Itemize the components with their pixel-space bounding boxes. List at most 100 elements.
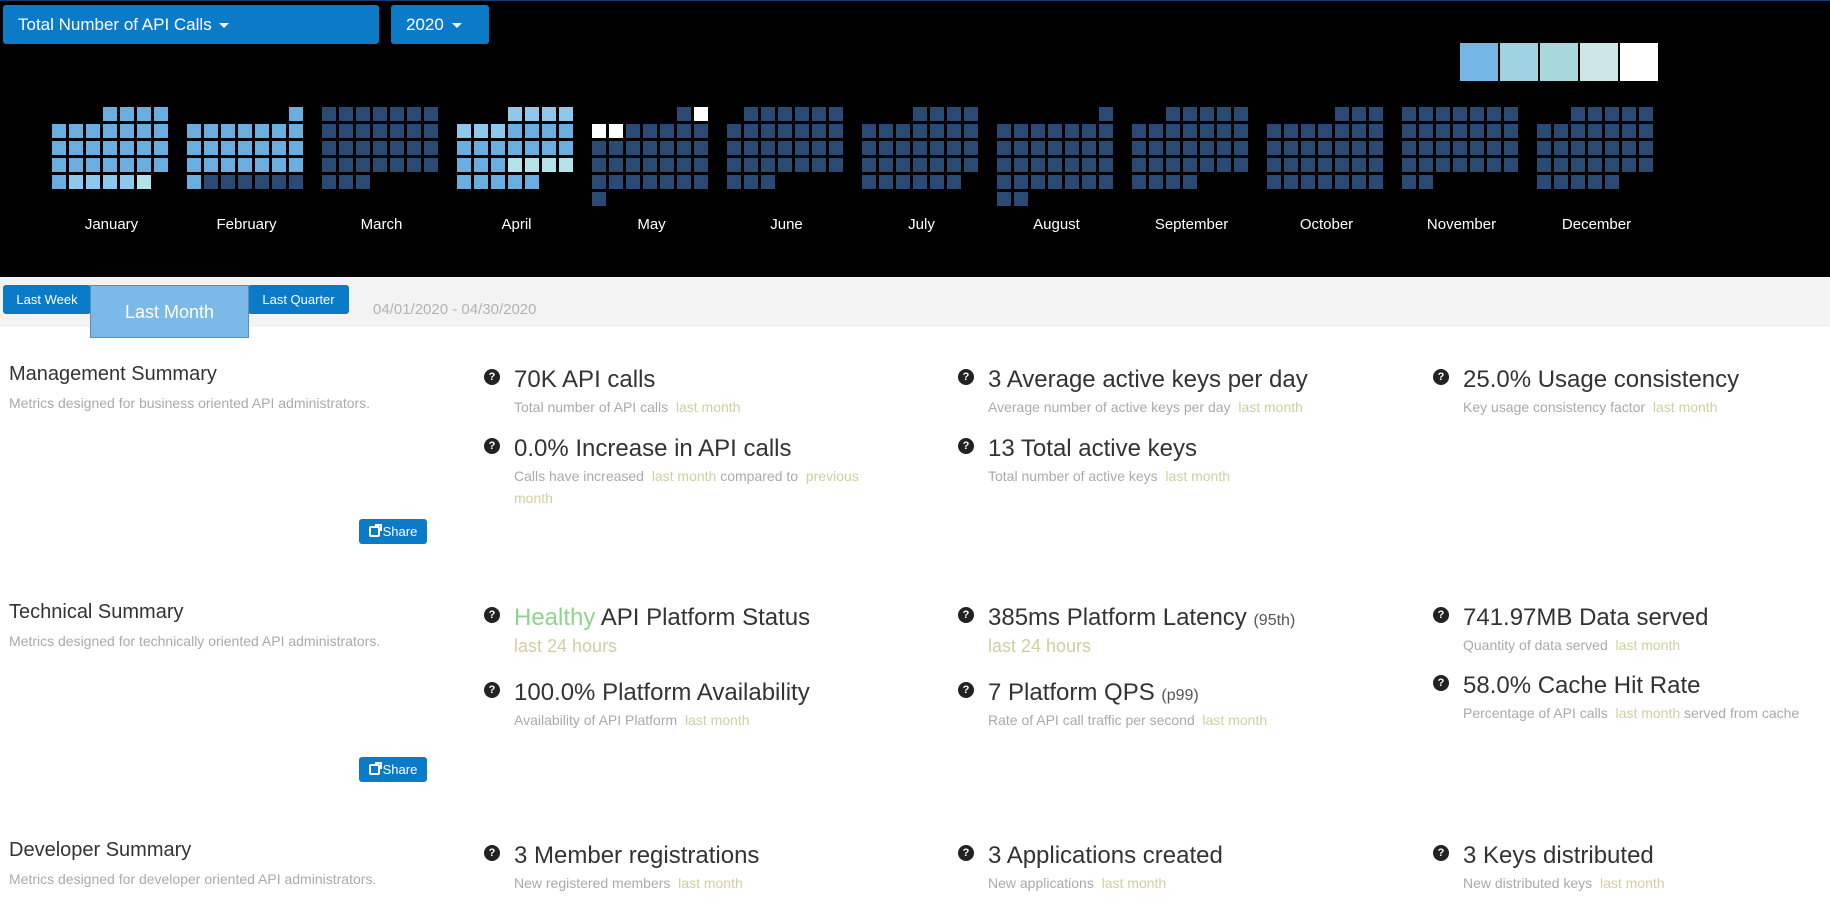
heatmap-day-cell[interactable] bbox=[1487, 141, 1501, 155]
heatmap-day-cell[interactable] bbox=[829, 158, 843, 172]
heatmap-day-cell[interactable] bbox=[862, 158, 876, 172]
heatmap-day-cell[interactable] bbox=[997, 175, 1011, 189]
heatmap-day-cell[interactable] bbox=[829, 141, 843, 155]
heatmap-day-cell[interactable] bbox=[1588, 175, 1602, 189]
heatmap-day-cell[interactable] bbox=[592, 158, 606, 172]
heatmap-day-cell[interactable] bbox=[221, 175, 235, 189]
heatmap-day-cell[interactable] bbox=[1554, 175, 1568, 189]
heatmap-day-cell[interactable] bbox=[1588, 124, 1602, 138]
heatmap-day-cell[interactable] bbox=[272, 124, 286, 138]
heatmap-day-cell[interactable] bbox=[1369, 141, 1383, 155]
heatmap-day-cell[interactable] bbox=[103, 141, 117, 155]
heatmap-day-cell[interactable] bbox=[1099, 107, 1113, 121]
heatmap-day-cell[interactable] bbox=[272, 175, 286, 189]
heatmap-day-cell[interactable] bbox=[778, 124, 792, 138]
heatmap-day-cell[interactable] bbox=[559, 158, 573, 172]
heatmap-day-cell[interactable] bbox=[1318, 124, 1332, 138]
heatmap-day-cell[interactable] bbox=[626, 175, 640, 189]
heatmap-day-cell[interactable] bbox=[525, 175, 539, 189]
heatmap-day-cell[interactable] bbox=[154, 124, 168, 138]
heatmap-day-cell[interactable] bbox=[137, 175, 151, 189]
heatmap-day-cell[interactable] bbox=[660, 141, 674, 155]
heatmap-day-cell[interactable] bbox=[1402, 175, 1416, 189]
heatmap-day-cell[interactable] bbox=[1301, 175, 1315, 189]
help-icon[interactable]: ? bbox=[1433, 675, 1449, 691]
heatmap-day-cell[interactable] bbox=[964, 107, 978, 121]
heatmap-day-cell[interactable] bbox=[508, 141, 522, 155]
heatmap-day-cell[interactable] bbox=[542, 141, 556, 155]
heatmap-day-cell[interactable] bbox=[1234, 158, 1248, 172]
heatmap-day-cell[interactable] bbox=[1571, 141, 1585, 155]
heatmap-day-cell[interactable] bbox=[69, 175, 83, 189]
heatmap-day-cell[interactable] bbox=[1200, 124, 1214, 138]
heatmap-day-cell[interactable] bbox=[1335, 141, 1349, 155]
heatmap-day-cell[interactable] bbox=[1419, 175, 1433, 189]
heatmap-day-cell[interactable] bbox=[322, 175, 336, 189]
heatmap-day-cell[interactable] bbox=[1419, 158, 1433, 172]
heatmap-day-cell[interactable] bbox=[913, 175, 927, 189]
heatmap-day-cell[interactable] bbox=[592, 141, 606, 155]
heatmap-day-cell[interactable] bbox=[474, 175, 488, 189]
heatmap-day-cell[interactable] bbox=[255, 141, 269, 155]
heatmap-day-cell[interactable] bbox=[896, 175, 910, 189]
heatmap-day-cell[interactable] bbox=[1166, 175, 1180, 189]
heatmap-day-cell[interactable] bbox=[1605, 158, 1619, 172]
heatmap-day-cell[interactable] bbox=[1571, 107, 1585, 121]
heatmap-day-cell[interactable] bbox=[272, 158, 286, 172]
heatmap-day-cell[interactable] bbox=[930, 175, 944, 189]
heatmap-day-cell[interactable] bbox=[1200, 107, 1214, 121]
heatmap-day-cell[interactable] bbox=[1419, 141, 1433, 155]
heatmap-day-cell[interactable] bbox=[542, 124, 556, 138]
help-icon[interactable]: ? bbox=[484, 438, 500, 454]
heatmap-day-cell[interactable] bbox=[1099, 124, 1113, 138]
heatmap-day-cell[interactable] bbox=[761, 124, 775, 138]
heatmap-day-cell[interactable] bbox=[289, 124, 303, 138]
heatmap-day-cell[interactable] bbox=[1183, 175, 1197, 189]
heatmap-day-cell[interactable] bbox=[795, 141, 809, 155]
heatmap-day-cell[interactable] bbox=[322, 158, 336, 172]
heatmap-day-cell[interactable] bbox=[1014, 175, 1028, 189]
heatmap-day-cell[interactable] bbox=[255, 175, 269, 189]
heatmap-day-cell[interactable] bbox=[795, 124, 809, 138]
heatmap-day-cell[interactable] bbox=[1301, 124, 1315, 138]
heatmap-day-cell[interactable] bbox=[761, 107, 775, 121]
heatmap-day-cell[interactable] bbox=[997, 124, 1011, 138]
heatmap-day-cell[interactable] bbox=[69, 141, 83, 155]
heatmap-day-cell[interactable] bbox=[1487, 124, 1501, 138]
heatmap-day-cell[interactable] bbox=[1622, 158, 1636, 172]
heatmap-day-cell[interactable] bbox=[964, 124, 978, 138]
heatmap-day-cell[interactable] bbox=[1217, 141, 1231, 155]
heatmap-day-cell[interactable] bbox=[1369, 158, 1383, 172]
heatmap-day-cell[interactable] bbox=[508, 124, 522, 138]
heatmap-day-cell[interactable] bbox=[677, 141, 691, 155]
heatmap-day-cell[interactable] bbox=[1453, 141, 1467, 155]
heatmap-day-cell[interactable] bbox=[52, 158, 66, 172]
heatmap-day-cell[interactable] bbox=[1284, 158, 1298, 172]
heatmap-day-cell[interactable] bbox=[1065, 158, 1079, 172]
heatmap-day-cell[interactable] bbox=[356, 124, 370, 138]
heatmap-day-cell[interactable] bbox=[1436, 158, 1450, 172]
heatmap-day-cell[interactable] bbox=[1588, 158, 1602, 172]
heatmap-day-cell[interactable] bbox=[339, 107, 353, 121]
heatmap-day-cell[interactable] bbox=[812, 141, 826, 155]
heatmap-day-cell[interactable] bbox=[120, 141, 134, 155]
heatmap-day-cell[interactable] bbox=[1537, 124, 1551, 138]
heatmap-day-cell[interactable] bbox=[1234, 107, 1248, 121]
heatmap-day-cell[interactable] bbox=[947, 124, 961, 138]
heatmap-day-cell[interactable] bbox=[913, 124, 927, 138]
heatmap-day-cell[interactable] bbox=[457, 158, 471, 172]
heatmap-day-cell[interactable] bbox=[744, 124, 758, 138]
heatmap-day-cell[interactable] bbox=[913, 107, 927, 121]
heatmap-day-cell[interactable] bbox=[525, 124, 539, 138]
heatmap-day-cell[interactable] bbox=[1149, 124, 1163, 138]
heatmap-day-cell[interactable] bbox=[1014, 124, 1028, 138]
heatmap-day-cell[interactable] bbox=[508, 175, 522, 189]
heatmap-day-cell[interactable] bbox=[1217, 107, 1231, 121]
heatmap-day-cell[interactable] bbox=[525, 141, 539, 155]
heatmap-day-cell[interactable] bbox=[626, 141, 640, 155]
heatmap-day-cell[interactable] bbox=[592, 124, 606, 138]
heatmap-day-cell[interactable] bbox=[1605, 124, 1619, 138]
heatmap-day-cell[interactable] bbox=[1149, 141, 1163, 155]
heatmap-day-cell[interactable] bbox=[1369, 107, 1383, 121]
heatmap-day-cell[interactable] bbox=[103, 107, 117, 121]
